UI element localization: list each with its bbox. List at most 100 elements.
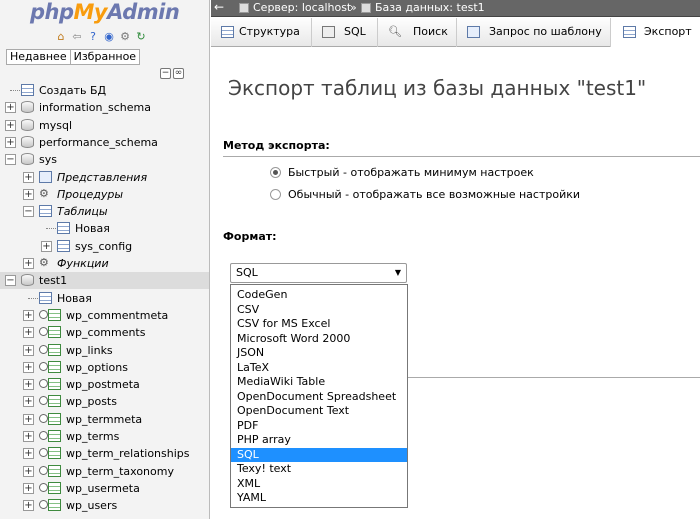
tree-item[interactable]: Новая: [0, 290, 209, 307]
settings-icon[interactable]: ⚙: [118, 30, 132, 44]
tree-item-label[interactable]: wp_links: [66, 343, 113, 358]
tab-query[interactable]: Запрос по шаблону: [457, 18, 611, 47]
browse-icon[interactable]: [39, 431, 48, 440]
tree-item-label[interactable]: wp_users: [66, 498, 117, 513]
docs-icon[interactable]: ◉: [102, 30, 116, 44]
table-icon[interactable]: [39, 326, 63, 338]
tree-item-label[interactable]: Процедуры: [57, 187, 123, 202]
tree-item[interactable]: + wp_users: [0, 497, 209, 514]
tree-item-label[interactable]: wp_term_taxonomy: [66, 464, 174, 479]
tree-item[interactable]: − sys: [0, 151, 209, 168]
expand-icon[interactable]: +: [23, 310, 34, 321]
tree-item-label[interactable]: Представления: [57, 170, 147, 185]
tree-item-label[interactable]: wp_comments: [66, 325, 145, 340]
tree-item[interactable]: + wp_terms: [0, 428, 209, 445]
tree-item-label[interactable]: Создать БД: [39, 83, 106, 98]
collapse-all-button[interactable]: −: [160, 68, 171, 79]
format-option[interactable]: Microsoft Word 2000: [231, 332, 407, 346]
tree-item-label[interactable]: wp_usermeta: [66, 481, 140, 496]
table-icon[interactable]: [39, 361, 63, 373]
expand-icon[interactable]: +: [23, 172, 34, 183]
phpmyadmin-logo[interactable]: phpMyAdmin: [30, 0, 180, 24]
tree-item[interactable]: + Представления: [0, 169, 209, 186]
expand-icon[interactable]: +: [5, 102, 16, 113]
collapse-icon[interactable]: −: [23, 206, 34, 217]
tree-item[interactable]: + sys_config: [0, 238, 209, 255]
format-option[interactable]: CodeGen: [231, 288, 407, 302]
format-option[interactable]: JSON: [231, 346, 407, 360]
browse-icon[interactable]: [39, 327, 48, 336]
link-with-main-icon[interactable]: ∞: [173, 68, 184, 79]
expand-icon[interactable]: +: [23, 466, 34, 477]
tree-item[interactable]: + wp_term_relationships: [0, 445, 209, 462]
tree-item-label[interactable]: information_schema: [39, 100, 151, 115]
reload-icon[interactable]: ↻: [134, 30, 148, 44]
tab-search[interactable]: 🔍︎ Поиск: [378, 18, 457, 47]
method-custom-radio[interactable]: [270, 189, 281, 200]
tree-item[interactable]: + wp_posts: [0, 393, 209, 410]
tree-item[interactable]: + wp_usermeta: [0, 480, 209, 497]
expand-icon[interactable]: +: [23, 448, 34, 459]
browse-icon[interactable]: [39, 466, 48, 475]
expand-icon[interactable]: +: [23, 362, 34, 373]
tree-item-label[interactable]: mysql: [39, 118, 72, 133]
tree-item-label[interactable]: Таблицы: [57, 204, 108, 219]
format-option[interactable]: SQL: [231, 448, 407, 462]
browse-icon[interactable]: [39, 414, 48, 423]
tree-item[interactable]: + wp_term_taxonomy: [0, 463, 209, 480]
collapse-icon[interactable]: −: [5, 154, 16, 165]
expand-icon[interactable]: +: [23, 258, 34, 269]
tree-item-label[interactable]: wp_postmeta: [66, 377, 140, 392]
method-quick-label[interactable]: Быстрый - отображать минимум настроек: [288, 166, 534, 180]
format-option[interactable]: OpenDocument Text: [231, 404, 407, 418]
tab-recent[interactable]: Недавнее: [6, 49, 71, 65]
tree-item[interactable]: Новая: [0, 220, 209, 237]
format-option[interactable]: CSV for MS Excel: [231, 317, 407, 331]
table-icon[interactable]: [39, 447, 63, 459]
format-option[interactable]: PDF: [231, 419, 407, 433]
expand-icon[interactable]: +: [5, 120, 16, 131]
table-icon[interactable]: [39, 309, 63, 321]
format-option[interactable]: LaTeX: [231, 361, 407, 375]
tree-item-label[interactable]: wp_terms: [66, 429, 119, 444]
tree-item-label[interactable]: wp_posts: [66, 394, 117, 409]
breadcrumb-server[interactable]: Сервер: localhost: [253, 0, 351, 15]
expand-icon[interactable]: +: [23, 379, 34, 390]
format-option[interactable]: OpenDocument Spreadsheet: [231, 390, 407, 404]
expand-icon[interactable]: +: [23, 431, 34, 442]
tree-item-label[interactable]: sys_config: [75, 239, 132, 254]
tab-favorites[interactable]: Избранное: [69, 49, 141, 65]
format-option[interactable]: MediaWiki Table: [231, 375, 407, 389]
tree-item[interactable]: + wp_commentmeta: [0, 307, 209, 324]
browse-icon[interactable]: [39, 396, 48, 405]
browse-icon[interactable]: [39, 345, 48, 354]
tree-item-label[interactable]: test1: [39, 273, 67, 288]
method-quick-radio[interactable]: [270, 167, 281, 178]
tree-item-label[interactable]: wp_termmeta: [66, 412, 142, 427]
tree-item[interactable]: − test1: [0, 272, 209, 289]
browse-icon[interactable]: [39, 310, 48, 319]
format-option[interactable]: CSV: [231, 303, 407, 317]
tree-item-label[interactable]: Новая: [57, 291, 92, 306]
breadcrumb-database[interactable]: База данных: test1: [375, 0, 485, 15]
table-icon[interactable]: [39, 395, 63, 407]
tree-item-label[interactable]: wp_options: [66, 360, 128, 375]
tab-export[interactable]: Экспорт: [611, 18, 700, 48]
expand-icon[interactable]: +: [23, 345, 34, 356]
format-option[interactable]: Texy! text: [231, 462, 407, 476]
table-icon[interactable]: [39, 413, 63, 425]
expand-icon[interactable]: +: [23, 189, 34, 200]
format-option[interactable]: PHP array: [231, 433, 407, 447]
collapse-nav-icon[interactable]: ←: [214, 0, 224, 15]
expand-icon[interactable]: +: [23, 414, 34, 425]
tree-item-label[interactable]: sys: [39, 152, 57, 167]
tree-item[interactable]: + wp_links: [0, 342, 209, 359]
expand-icon[interactable]: +: [23, 327, 34, 338]
tree-item-label[interactable]: wp_commentmeta: [66, 308, 168, 323]
tree-item[interactable]: Создать БД: [0, 82, 209, 99]
tree-item[interactable]: − Таблицы: [0, 203, 209, 220]
tree-item-label[interactable]: performance_schema: [39, 135, 158, 150]
expand-icon[interactable]: +: [41, 241, 52, 252]
tree-item[interactable]: + wp_termmeta: [0, 411, 209, 428]
tree-item[interactable]: + wp_comments: [0, 324, 209, 341]
